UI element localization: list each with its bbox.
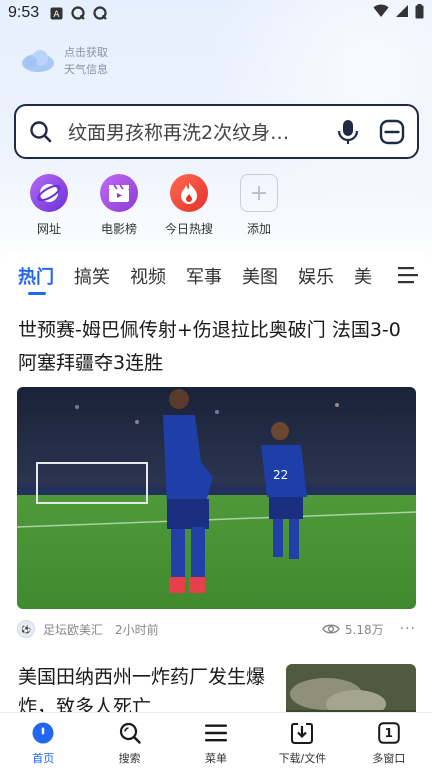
- shortcut-label: 今日热搜: [164, 222, 213, 236]
- view-count-value: 5.18万: [344, 622, 384, 637]
- nav-label: 菜单: [205, 752, 228, 765]
- plus-icon: +: [240, 174, 278, 212]
- news-feed: 热门 搞笑 视频 军事 美图 娱乐 美 世预赛-姆巴佩传射+伤退拉比奥破门 法国…: [0, 252, 432, 712]
- article-title-2[interactable]: 美国田纳西州一炸药厂发生爆炸，致多人死亡: [18, 662, 273, 712]
- bottom-navigation: 首页 搜索 菜单 下载/文件 1 多窗口: [0, 712, 432, 771]
- cellular-signal-icon: [395, 4, 409, 22]
- nav-label: 下载/文件: [278, 752, 327, 765]
- shortcut-movie-chart[interactable]: 电影榜: [84, 174, 154, 237]
- svg-text:A: A: [53, 10, 60, 20]
- shortcut-website[interactable]: 网址: [14, 174, 84, 237]
- nav-label: 首页: [32, 752, 55, 765]
- download-icon: [290, 721, 314, 745]
- planet-icon: [30, 174, 68, 212]
- window-count: 1: [384, 726, 393, 740]
- weather-line-2: 天气信息: [64, 63, 108, 76]
- tab-military[interactable]: 军事: [186, 263, 222, 289]
- search-input[interactable]: 纹面男孩称再洗2次纹身…: [68, 118, 335, 145]
- article-time: 2小时前: [115, 622, 159, 637]
- shortcut-label: 添加: [246, 222, 271, 236]
- film-clapper-icon: [100, 174, 138, 212]
- status-time: 9:53: [8, 4, 40, 21]
- scan-icon[interactable]: [379, 119, 405, 145]
- shortcut-label: 网址: [36, 222, 61, 236]
- nav-label: 搜索: [118, 752, 141, 765]
- search-icon: [118, 721, 142, 745]
- nav-downloads[interactable]: 下载/文件: [259, 713, 345, 771]
- flame-icon: [170, 174, 208, 212]
- notification-q-icon-2: [93, 6, 107, 20]
- search-bar[interactable]: 纹面男孩称再洗2次纹身…: [14, 104, 419, 159]
- notification-q-icon: [71, 6, 85, 20]
- tab-photos[interactable]: 美图: [242, 263, 278, 289]
- tab-hot[interactable]: 热门: [18, 263, 54, 289]
- wifi-icon: [373, 4, 389, 22]
- nav-home[interactable]: 首页: [0, 713, 86, 771]
- category-tabs: 热门 搞笑 视频 军事 美图 娱乐 美: [0, 252, 432, 300]
- eye-icon: [322, 624, 340, 634]
- shortcut-add[interactable]: + 添加: [224, 174, 294, 237]
- view-count: 5.18万: [322, 621, 384, 638]
- nav-windows[interactable]: 1 多窗口: [346, 713, 432, 771]
- menu-icon: [204, 721, 228, 745]
- article-source[interactable]: 足坛欧美汇: [43, 621, 103, 638]
- nav-label: 多窗口: [372, 752, 406, 765]
- microphone-icon[interactable]: [335, 119, 361, 145]
- shortcut-hot-search[interactable]: 今日热搜: [154, 174, 224, 237]
- cloud-icon: [22, 50, 54, 72]
- status-bar: 9:53 A: [0, 0, 432, 26]
- weather-widget[interactable]: 点击获取 天气信息: [20, 44, 108, 78]
- active-tab-indicator: [28, 292, 46, 295]
- article-thumbnail-2[interactable]: [286, 664, 416, 712]
- notification-a-icon: A: [49, 6, 63, 20]
- source-logo-icon: ⚽: [17, 620, 35, 638]
- tab-entertainment[interactable]: 娱乐: [298, 263, 334, 289]
- tab-video[interactable]: 视频: [130, 263, 166, 289]
- more-options-icon[interactable]: ···: [400, 621, 416, 637]
- tab-funny[interactable]: 搞笑: [74, 263, 110, 289]
- shortcut-label: 电影榜: [100, 222, 137, 236]
- article-title[interactable]: 世预赛-姆巴佩传射+伤退拉比奥破门 法国3-0阿塞拜疆夺3连胜: [18, 314, 408, 380]
- windows-count-icon: 1: [377, 721, 401, 745]
- shortcut-grid: 网址 电影榜 今日热搜 + 添加: [14, 174, 294, 237]
- tab-menu-icon[interactable]: [398, 266, 418, 284]
- home-icon: [31, 721, 55, 745]
- nav-search[interactable]: 搜索: [86, 713, 172, 771]
- weather-line-1: 点击获取: [64, 46, 108, 59]
- nav-menu[interactable]: 菜单: [173, 713, 259, 771]
- article-meta: ⚽ 足坛欧美汇 2小时前 5.18万 ···: [17, 619, 416, 639]
- battery-icon: [415, 3, 424, 23]
- article-image[interactable]: 22: [17, 387, 416, 609]
- svg-text:22: 22: [273, 468, 288, 482]
- search-icon: [28, 119, 54, 145]
